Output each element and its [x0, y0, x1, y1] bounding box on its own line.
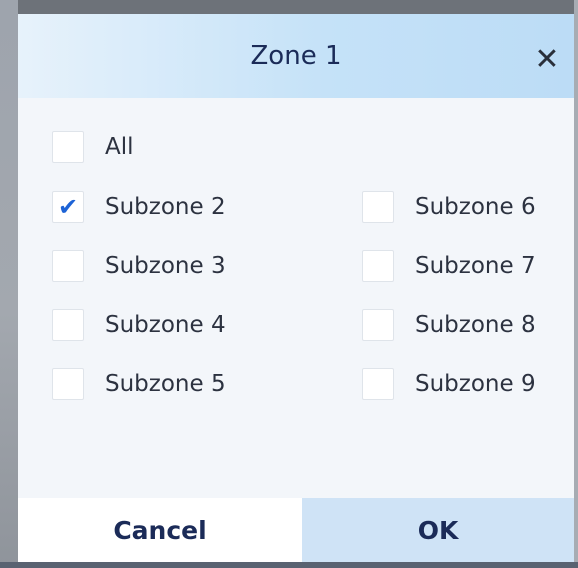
backdrop-left	[0, 0, 18, 568]
option-all[interactable]: All	[52, 128, 134, 166]
dialog-title: Zone 1	[250, 41, 342, 71]
option-subzone-7[interactable]: Subzone 7	[362, 247, 536, 285]
checkbox-subzone-4[interactable]	[52, 309, 84, 341]
option-subzone-8-label: Subzone 8	[415, 312, 536, 338]
checkbox-subzone-8[interactable]	[362, 309, 394, 341]
option-subzone-3-label: Subzone 3	[105, 253, 226, 279]
option-all-label: All	[105, 134, 134, 160]
option-subzone-9-label: Subzone 9	[415, 371, 536, 397]
option-subzone-4[interactable]: Subzone 4	[52, 306, 226, 344]
checkbox-subzone-6[interactable]	[362, 191, 394, 223]
option-subzone-6-label: Subzone 6	[415, 194, 536, 220]
backdrop-right	[574, 0, 578, 568]
option-subzone-7-label: Subzone 7	[415, 253, 536, 279]
option-subzone-5[interactable]: Subzone 5	[52, 365, 226, 403]
checkbox-subzone-7[interactable]	[362, 250, 394, 282]
option-subzone-2-label: Subzone 2	[105, 194, 226, 220]
close-button[interactable]: ✕	[528, 40, 566, 78]
option-subzone-4-label: Subzone 4	[105, 312, 226, 338]
checkbox-subzone-2[interactable]: ✔	[52, 191, 84, 223]
cancel-button[interactable]: Cancel	[18, 498, 302, 562]
backdrop-bottom	[0, 562, 578, 568]
checkbox-subzone-9[interactable]	[362, 368, 394, 400]
dialog-header: Zone 1 ✕	[18, 14, 574, 98]
option-subzone-5-label: Subzone 5	[105, 371, 226, 397]
zone-dialog: Zone 1 ✕ All ✔ Subzone 2 Subzone 3 Subzo…	[18, 14, 574, 562]
option-subzone-3[interactable]: Subzone 3	[52, 247, 226, 285]
option-subzone-9[interactable]: Subzone 9	[362, 365, 536, 403]
ok-button[interactable]: OK	[302, 498, 574, 562]
option-subzone-6[interactable]: Subzone 6	[362, 188, 536, 226]
checkbox-subzone-5[interactable]	[52, 368, 84, 400]
option-subzone-8[interactable]: Subzone 8	[362, 306, 536, 344]
checkbox-subzone-3[interactable]	[52, 250, 84, 282]
close-icon: ✕	[534, 41, 560, 77]
option-subzone-2[interactable]: ✔ Subzone 2	[52, 188, 226, 226]
dialog-footer: Cancel OK	[18, 498, 574, 562]
checkmark-icon: ✔	[57, 193, 79, 221]
backdrop	[0, 0, 578, 14]
checkbox-all[interactable]	[52, 131, 84, 163]
